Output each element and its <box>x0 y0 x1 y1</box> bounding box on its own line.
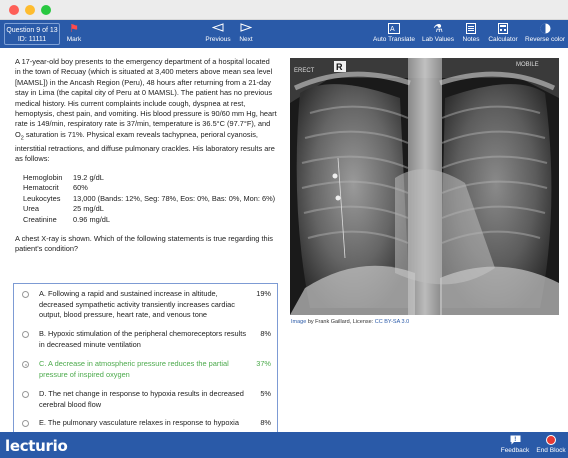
lab-results: Hemoglobin 19.2 g/dL Hematocrit 60% Leukoc… <box>23 173 277 226</box>
lab-value: 60% <box>73 183 88 193</box>
lab-value: 19.2 g/dL <box>73 172 104 182</box>
next-button[interactable]: Next <box>236 23 256 43</box>
previous-button[interactable]: Previous <box>203 23 233 43</box>
radio-button[interactable] <box>22 331 29 338</box>
answer-percentage: 8% <box>260 418 271 427</box>
license-link[interactable]: CC BY-SA 3.0 <box>375 319 409 325</box>
lab-name: Urea <box>23 204 40 214</box>
end-block-label: End Block <box>536 447 566 454</box>
lab-value: 0.96 mg/dL <box>73 214 110 224</box>
image-credit: Image by Frank Gaillard, License: CC BY-… <box>291 319 409 325</box>
lab-row: Hematocrit 60% <box>23 183 277 194</box>
svg-text:!: ! <box>514 437 516 443</box>
question-stem: A chest X-ray is shown. Which of the fol… <box>15 233 273 253</box>
auto-translate-button[interactable]: A Auto Translate <box>371 23 417 43</box>
question-id: ID: 11111 <box>17 36 47 43</box>
stop-icon <box>534 435 568 447</box>
calculator-label: Calculator <box>488 36 518 43</box>
question-text: A 17-year-old boy presents to the emerge… <box>15 57 277 262</box>
feedback-label: Feedback <box>500 447 530 454</box>
answer-text: D. The net change in response to hypoxia… <box>39 389 244 409</box>
lab-row: Leukocytes 13,000 (Bands: 12%, Seg: 78%, … <box>23 194 277 205</box>
mark-button[interactable]: ⚑ Mark <box>64 23 84 43</box>
feedback-button[interactable]: ! Feedback <box>500 435 530 454</box>
answer-text: C. A decrease in atmospheric pressure re… <box>39 359 229 379</box>
calculator-icon <box>486 23 520 36</box>
reverse-color-button[interactable]: Reverse color <box>522 23 568 43</box>
answer-percentage: 5% <box>260 389 271 398</box>
minimize-window-button[interactable] <box>25 5 35 15</box>
arrow-left-icon <box>203 23 233 36</box>
radio-button[interactable] <box>22 420 29 427</box>
answer-percentage: 8% <box>260 329 271 338</box>
vignette-text: A 17-year-old boy presents to the emerge… <box>15 57 277 139</box>
question-info: Question 9 of 13 ID: 11111 <box>4 23 60 45</box>
credit-text: by Frank Gaillard, License: <box>306 319 375 325</box>
flask-icon: ⚗ <box>433 23 443 35</box>
previous-label: Previous <box>205 36 231 43</box>
question-content: A 17-year-old boy presents to the emerge… <box>0 48 568 433</box>
app-window: Question 9 of 13 ID: 11111 ⚑ Mark Previo… <box>0 0 568 458</box>
close-window-button[interactable] <box>9 5 19 15</box>
contrast-icon <box>522 23 568 36</box>
lab-name: Hemoglobin <box>23 172 63 182</box>
feedback-icon: ! <box>500 435 530 447</box>
bottom-toolbar: lecturio ! Feedback End Block <box>0 432 568 458</box>
vignette-text-end: saturation is 71%. Physical exam reveals… <box>15 129 275 164</box>
question-vignette: A 17-year-old boy presents to the emerge… <box>15 57 277 165</box>
xray-label-left: ERECT <box>294 68 315 74</box>
lab-row: Urea 25 mg/dL <box>23 204 277 215</box>
chest-xray-image[interactable]: ERECT MOBILE R <box>290 58 559 315</box>
lab-row: Creatinine 0.96 mg/dL <box>23 215 277 226</box>
answer-percentage: 19% <box>256 289 271 298</box>
xray-label-right: MOBILE <box>516 62 539 68</box>
lab-values-button[interactable]: ⚗ Lab Values <box>421 23 455 43</box>
notes-button[interactable]: Notes <box>460 23 482 43</box>
answer-percentage: 37% <box>256 359 271 368</box>
auto-translate-label: Auto Translate <box>373 36 415 43</box>
reverse-color-label: Reverse color <box>524 36 566 43</box>
lab-values-label: Lab Values <box>421 36 455 43</box>
lab-value: 25 mg/dL <box>73 204 104 214</box>
flag-icon: ⚑ <box>69 23 79 35</box>
notes-label: Notes <box>462 36 480 43</box>
end-block-button[interactable]: End Block <box>534 435 568 454</box>
translate-icon: A <box>371 23 417 36</box>
radio-button-selected[interactable] <box>22 361 29 368</box>
radio-button[interactable] <box>22 391 29 398</box>
radio-button[interactable] <box>22 291 29 298</box>
answer-text: A. Following a rapid and sustained incre… <box>39 289 235 319</box>
lab-row: Hemoglobin 19.2 g/dL <box>23 173 277 184</box>
top-toolbar: Question 9 of 13 ID: 11111 ⚑ Mark Previo… <box>0 20 568 48</box>
image-link[interactable]: Image <box>291 319 306 325</box>
lab-value: 13,000 (Bands: 12%, Seg: 78%, Eos: 0%, B… <box>73 193 276 203</box>
mark-label: Mark <box>66 36 82 43</box>
calculator-button[interactable]: Calculator <box>486 23 520 43</box>
answer-text: E. The pulmonary vasculature relaxes in … <box>39 418 239 427</box>
lab-name: Leukocytes <box>23 193 61 203</box>
lecturio-logo: lecturio <box>5 437 68 455</box>
xray-drawing: ERECT MOBILE R <box>290 58 559 315</box>
notes-icon <box>460 23 482 36</box>
lab-name: Hematocrit <box>23 183 59 193</box>
maximize-window-button[interactable] <box>41 5 51 15</box>
xray-side-marker: R <box>336 62 343 72</box>
arrow-right-icon <box>236 23 256 36</box>
lab-name: Creatinine <box>23 214 57 224</box>
svg-text:A: A <box>390 26 395 33</box>
window-titlebar <box>0 0 568 20</box>
question-counter: Question 9 of 13 <box>6 27 58 34</box>
answer-choices: A. Following a rapid and sustained incre… <box>13 283 278 433</box>
answer-text: B. Hypoxic stimulation of the peripheral… <box>39 329 247 349</box>
next-label: Next <box>239 36 253 43</box>
